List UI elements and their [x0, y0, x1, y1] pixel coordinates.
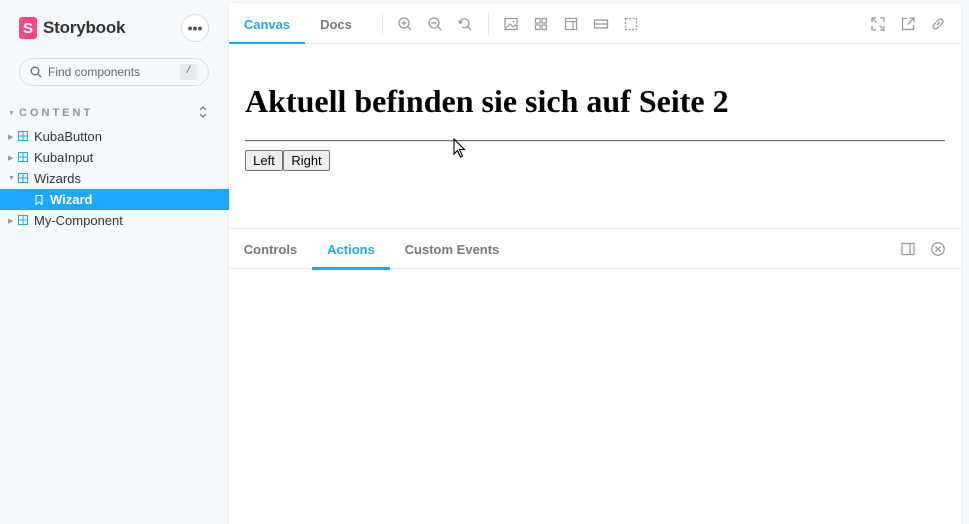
component-icon: [18, 152, 28, 162]
tab-controls[interactable]: Controls: [229, 229, 312, 269]
grid-icon[interactable]: [533, 16, 549, 32]
search-box[interactable]: /: [19, 58, 209, 86]
component-icon: [18, 173, 28, 183]
background-icon[interactable]: [503, 16, 519, 32]
zoom-out-icon[interactable]: [427, 16, 443, 32]
outline-icon[interactable]: [623, 16, 639, 32]
addons-panel: Controls Actions Custom Events: [229, 228, 961, 524]
story-divider: [245, 140, 945, 142]
tab-custom-events[interactable]: Custom Events: [390, 229, 514, 269]
component-icon: [18, 215, 28, 225]
component-tree: ▶ KubaButton ▶ KubaInput ▼ Wizards Wizar…: [0, 126, 229, 231]
expand-collapse-icon[interactable]: [197, 105, 209, 119]
tab-actions[interactable]: Actions: [312, 229, 390, 270]
tree-item-label: My-Component: [34, 213, 123, 228]
tree-item-label: KubaButton: [34, 129, 102, 144]
search-icon: [30, 66, 42, 78]
tree-item-kubainput[interactable]: ▶ KubaInput: [0, 147, 229, 168]
caret-right-icon: ▶: [8, 217, 14, 225]
toolbar: Canvas Docs: [229, 4, 961, 45]
search-input[interactable]: [48, 63, 188, 81]
fullscreen-icon[interactable]: [870, 16, 886, 32]
viewport-icon[interactable]: [563, 16, 579, 32]
addon-tabs: Controls Actions Custom Events: [229, 229, 961, 270]
storybook-logo-icon: S: [19, 17, 37, 39]
tab-canvas[interactable]: Canvas: [229, 4, 305, 45]
open-new-tab-icon[interactable]: [900, 16, 916, 32]
menu-button[interactable]: •••: [181, 14, 209, 42]
tree-item-kubabutton[interactable]: ▶ KubaButton: [0, 126, 229, 147]
tree-item-label: Wizard: [50, 192, 93, 207]
bookmark-icon: [35, 195, 43, 205]
tab-docs[interactable]: Docs: [305, 4, 367, 44]
zoom-reset-icon[interactable]: [457, 16, 473, 32]
copy-link-icon[interactable]: [930, 16, 946, 32]
chevron-down-icon: ▼: [8, 109, 15, 117]
right-button[interactable]: Right: [283, 150, 330, 171]
caret-right-icon: ▶: [8, 154, 14, 162]
caret-down-icon: ▼: [8, 175, 15, 182]
brand[interactable]: S Storybook: [19, 17, 125, 39]
section-title: CONTENT: [19, 107, 94, 119]
section-header-content[interactable]: ▼ CONTENT: [8, 105, 220, 121]
tree-item-my-component[interactable]: ▶ My-Component: [0, 210, 229, 231]
panel-orientation-icon[interactable]: [900, 241, 916, 257]
component-icon: [18, 131, 28, 141]
close-panel-icon[interactable]: [930, 241, 946, 257]
sidebar: S Storybook ••• / ▼ CONTENT ▶ KubaButton: [0, 0, 229, 524]
search-shortcut-badge: /: [180, 64, 197, 80]
story-heading: Aktuell befinden sie sich auf Seite 2: [245, 83, 729, 119]
left-button[interactable]: Left: [245, 150, 283, 171]
tree-item-label: KubaInput: [34, 150, 94, 165]
preview-panel: Canvas Docs Aktuell befinden sie sich au…: [229, 4, 961, 524]
zoom-in-icon[interactable]: [397, 16, 413, 32]
tree-item-label: Wizards: [34, 171, 81, 186]
tree-item-wizards[interactable]: ▼ Wizards: [0, 168, 229, 189]
toolbar-divider: [382, 13, 383, 35]
brand-name: Storybook: [43, 18, 126, 37]
tree-item-wizard[interactable]: Wizard: [0, 189, 229, 210]
mouse-cursor-icon: [453, 138, 466, 158]
toolbar-divider: [488, 13, 489, 35]
story-canvas: Aktuell befinden sie sich auf Seite 2 Le…: [229, 44, 961, 228]
caret-right-icon: ▶: [8, 133, 14, 141]
ellipsis-icon: •••: [187, 20, 203, 36]
measure-icon[interactable]: [593, 16, 609, 32]
